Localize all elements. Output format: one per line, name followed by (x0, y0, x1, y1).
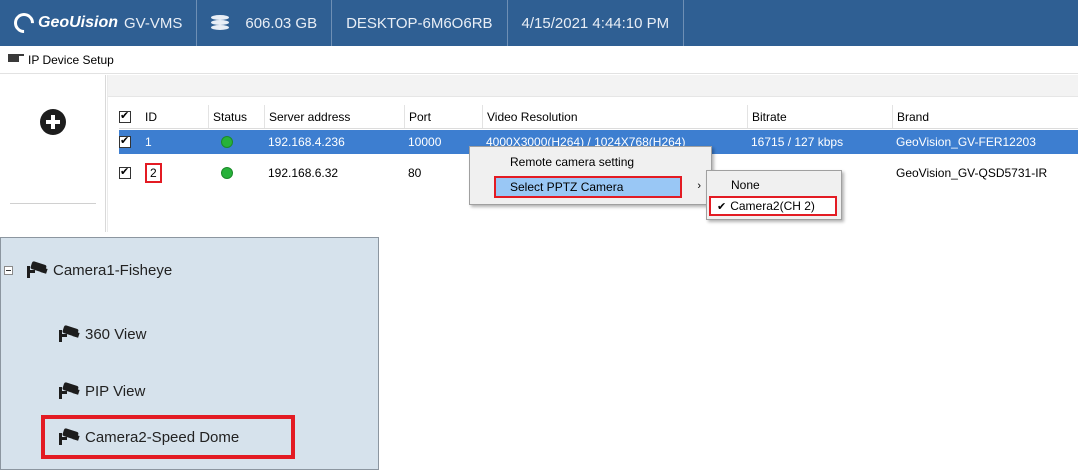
title-separator (683, 0, 685, 46)
storage-value: 606.03 GB (245, 14, 318, 32)
cell-brand: GeoVision_GV-QSD5731-IR (896, 166, 1048, 180)
row-checkbox[interactable] (119, 134, 131, 148)
checkmark-icon: ✔ (717, 200, 727, 213)
submenu-item-label: Camera2(CH 2) (730, 199, 815, 213)
logo-text: GeoUision (38, 14, 119, 31)
tree-node-label: Camera1-Fisheye (53, 261, 173, 279)
tree-node-pip-view[interactable]: PIP View (57, 376, 145, 406)
cell-bitrate: 16715 / 127 kbps (751, 135, 844, 149)
title-bar: GeoUision GV-VMS 606.03 GB DESKTOP-6M6O6… (0, 0, 1078, 46)
geovision-logo-icon (9, 8, 39, 38)
host-name-label: DESKTOP-6M6O6RB (346, 14, 493, 32)
collapse-icon[interactable] (4, 265, 13, 275)
select-all-checkbox[interactable] (119, 109, 131, 123)
cell-status (217, 161, 257, 185)
menu-item-select-pptz-camera[interactable]: Select PPTZ Camera (494, 176, 682, 198)
add-device-button[interactable] (40, 109, 66, 135)
status-online-icon (221, 167, 233, 179)
status-online-icon (221, 136, 233, 148)
menu-item-label: Select PPTZ Camera (510, 180, 624, 194)
header-id[interactable]: ID (141, 105, 209, 128)
ip-device-icon (8, 54, 24, 65)
header-status[interactable]: Status (208, 105, 264, 128)
menu-item-remote-camera-setting[interactable]: Remote camera setting (472, 151, 709, 173)
camera-icon (57, 324, 80, 343)
tree-node-360-view[interactable]: 360 View (57, 319, 146, 349)
camera-icon (25, 260, 48, 279)
submenu-item-camera2[interactable]: ✔ Camera2(CH 2) (709, 196, 837, 216)
database-icon (211, 15, 230, 31)
row-checkbox-cell (119, 161, 139, 185)
id-highlight-box: 2 (145, 163, 162, 183)
tree-node-camera1-fisheye[interactable]: Camera1-Fisheye (4, 255, 172, 285)
grid-toolbar-strip (108, 75, 1078, 97)
tree-node-label: 360 View (85, 325, 147, 343)
cell-brand: GeoVision_GV-FER12203 (896, 135, 1036, 149)
menu-ip-device-setup[interactable]: IP Device Setup (28, 53, 114, 67)
cell-id: 1 (145, 135, 152, 149)
toolbar-separator (10, 203, 96, 204)
camera-tree-panel: Camera1-Fisheye 360 View PIP View Camera… (0, 237, 379, 470)
header-video-resolution[interactable]: Video Resolution (482, 105, 747, 128)
row-checkbox[interactable] (119, 165, 131, 179)
tree-node-label: Camera2-Speed Dome (85, 428, 240, 446)
menu-item-label: Remote camera setting (510, 155, 635, 169)
toolbar-left: ⟳ (0, 75, 106, 232)
cell-server-address: 192.168.6.32 (268, 166, 339, 180)
select-all-checkbox-cell (119, 105, 139, 128)
tree-node-label: PIP View (85, 382, 146, 400)
geovision-logo: GeoUision GV-VMS (0, 0, 182, 46)
cell-id: 2 (141, 161, 201, 185)
submenu-item-label: None (731, 178, 760, 192)
header-bitrate[interactable]: Bitrate (747, 105, 892, 128)
cell-server-address: 192.168.4.236 (268, 135, 345, 149)
app-name: GV-VMS (124, 14, 183, 32)
date-time-label: 4/15/2021 4:44:10 PM (521, 14, 670, 32)
submenu-arrow-icon: › (697, 180, 701, 192)
ip-device-setup-window: GeoUision GV-VMS 606.03 GB DESKTOP-6M6O6… (0, 0, 1078, 232)
camera-icon (57, 381, 80, 400)
pptz-submenu: None ✔ Camera2(CH 2) (706, 170, 842, 220)
cell-status (217, 130, 257, 154)
grid-header: ID Status Server address Port Video Reso… (119, 105, 1078, 129)
header-brand[interactable]: Brand (892, 105, 1078, 128)
tree-node-camera2-speed-dome[interactable]: Camera2-Speed Dome (57, 422, 239, 452)
context-menu: Remote camera setting Select PPTZ Camera… (469, 146, 712, 205)
header-port[interactable]: Port (404, 105, 482, 128)
date-time: 4/15/2021 4:44:10 PM (508, 0, 684, 46)
row-checkbox-cell (119, 130, 139, 154)
storage-info: 606.03 GB (197, 0, 331, 46)
host-name: DESKTOP-6M6O6RB (332, 0, 506, 46)
camera-icon (57, 427, 80, 446)
submenu-item-none[interactable]: None (709, 175, 839, 195)
header-server-address[interactable]: Server address (264, 105, 404, 128)
menu-bar: IP Device Setup (0, 46, 1078, 74)
